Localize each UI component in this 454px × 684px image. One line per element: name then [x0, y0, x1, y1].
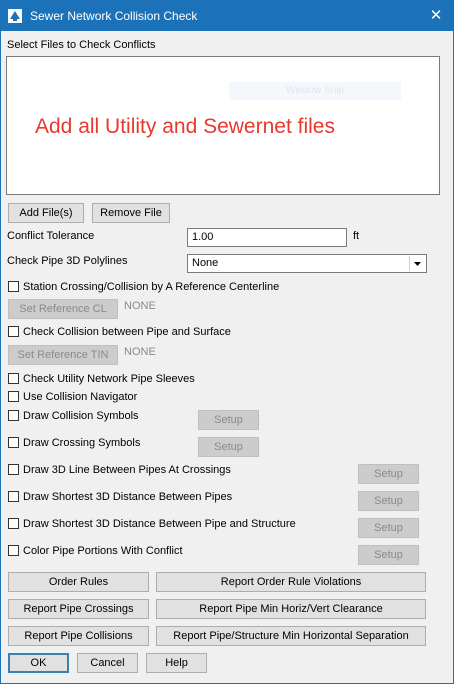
reference-cl-value: NONE: [124, 300, 156, 312]
surface-label: Check Collision between Pipe and Surface: [23, 326, 231, 338]
color-pipe-label: Color Pipe Portions With Conflict: [23, 545, 183, 557]
navigator-label: Use Collision Navigator: [23, 391, 138, 403]
line-3d-label: Draw 3D Line Between Pipes At Crossings: [23, 464, 231, 476]
ghost-overlay-text: Window Snip: [229, 82, 401, 100]
surface-checkbox[interactable]: [8, 326, 19, 337]
surface-value: NONE: [124, 346, 156, 358]
shortest-pipes-label: Draw Shortest 3D Distance Between Pipes: [23, 491, 233, 503]
cancel-button[interactable]: Cancel: [77, 653, 138, 673]
shortest-structure-setup-button[interactable]: Setup: [358, 518, 419, 538]
help-button[interactable]: Help: [146, 653, 207, 673]
shortest-structure-label: Draw Shortest 3D Distance Between Pipe a…: [23, 518, 296, 530]
files-label: Select Files to Check Conflicts: [7, 39, 156, 51]
file-list[interactable]: Window Snip Add all Utility and Sewernet…: [6, 56, 440, 195]
close-icon[interactable]: ✕: [426, 6, 446, 26]
tolerance-unit: ft: [353, 230, 360, 242]
remove-file-button[interactable]: Remove File: [92, 203, 170, 223]
report-order-violations-button[interactable]: Report Order Rule Violations: [156, 572, 426, 592]
sleeves-checkbox[interactable]: [8, 373, 19, 384]
set-reference-cl-button[interactable]: Set Reference CL: [8, 299, 118, 319]
tolerance-input[interactable]: 1.00: [187, 228, 347, 247]
order-rules-button[interactable]: Order Rules: [8, 572, 149, 592]
shortest-pipes-setup-button[interactable]: Setup: [358, 491, 419, 511]
polylines-value: None: [192, 257, 219, 269]
color-pipe-checkbox[interactable]: [8, 545, 19, 556]
annotation-text: Add all Utility and Sewernet files: [35, 115, 335, 138]
report-clearance-button[interactable]: Report Pipe Min Horiz/Vert Clearance: [156, 599, 426, 619]
add-files-button[interactable]: Add File(s): [8, 203, 84, 223]
chevron-down-icon[interactable]: [409, 256, 425, 271]
shortest-structure-checkbox[interactable]: [8, 518, 19, 529]
crossing-symbols-label: Draw Crossing Symbols: [23, 437, 141, 449]
report-crossings-button[interactable]: Report Pipe Crossings: [8, 599, 149, 619]
color-pipe-setup-button[interactable]: Setup: [358, 545, 419, 565]
polylines-select[interactable]: None: [187, 254, 427, 273]
navigator-checkbox[interactable]: [8, 391, 19, 402]
ok-button[interactable]: OK: [8, 653, 69, 673]
title-bar[interactable]: Sewer Network Collision Check ✕: [1, 1, 453, 31]
app-logo-icon: [8, 9, 22, 23]
collision-symbols-label: Draw Collision Symbols: [23, 410, 139, 422]
reference-cl-label: Station Crossing/Collision by A Referenc…: [23, 281, 280, 293]
shortest-pipes-checkbox[interactable]: [8, 491, 19, 502]
crossing-symbols-checkbox[interactable]: [8, 437, 19, 448]
polylines-label: Check Pipe 3D Polylines: [7, 255, 128, 267]
window-title: Sewer Network Collision Check: [30, 9, 198, 23]
report-collisions-button[interactable]: Report Pipe Collisions: [8, 626, 149, 646]
dialog-window: Sewer Network Collision Check ✕ Select F…: [0, 0, 454, 684]
collision-symbols-setup-button[interactable]: Setup: [198, 410, 259, 430]
line-3d-checkbox[interactable]: [8, 464, 19, 475]
tolerance-label: Conflict Tolerance: [7, 230, 95, 242]
reference-cl-checkbox[interactable]: [8, 281, 19, 292]
set-reference-tin-button[interactable]: Set Reference TIN: [8, 345, 118, 365]
report-separation-button[interactable]: Report Pipe/Structure Min Horizontal Sep…: [156, 626, 426, 646]
collision-symbols-checkbox[interactable]: [8, 410, 19, 421]
line-3d-setup-button[interactable]: Setup: [358, 464, 419, 484]
crossing-symbols-setup-button[interactable]: Setup: [198, 437, 259, 457]
sleeves-label: Check Utility Network Pipe Sleeves: [23, 373, 195, 385]
